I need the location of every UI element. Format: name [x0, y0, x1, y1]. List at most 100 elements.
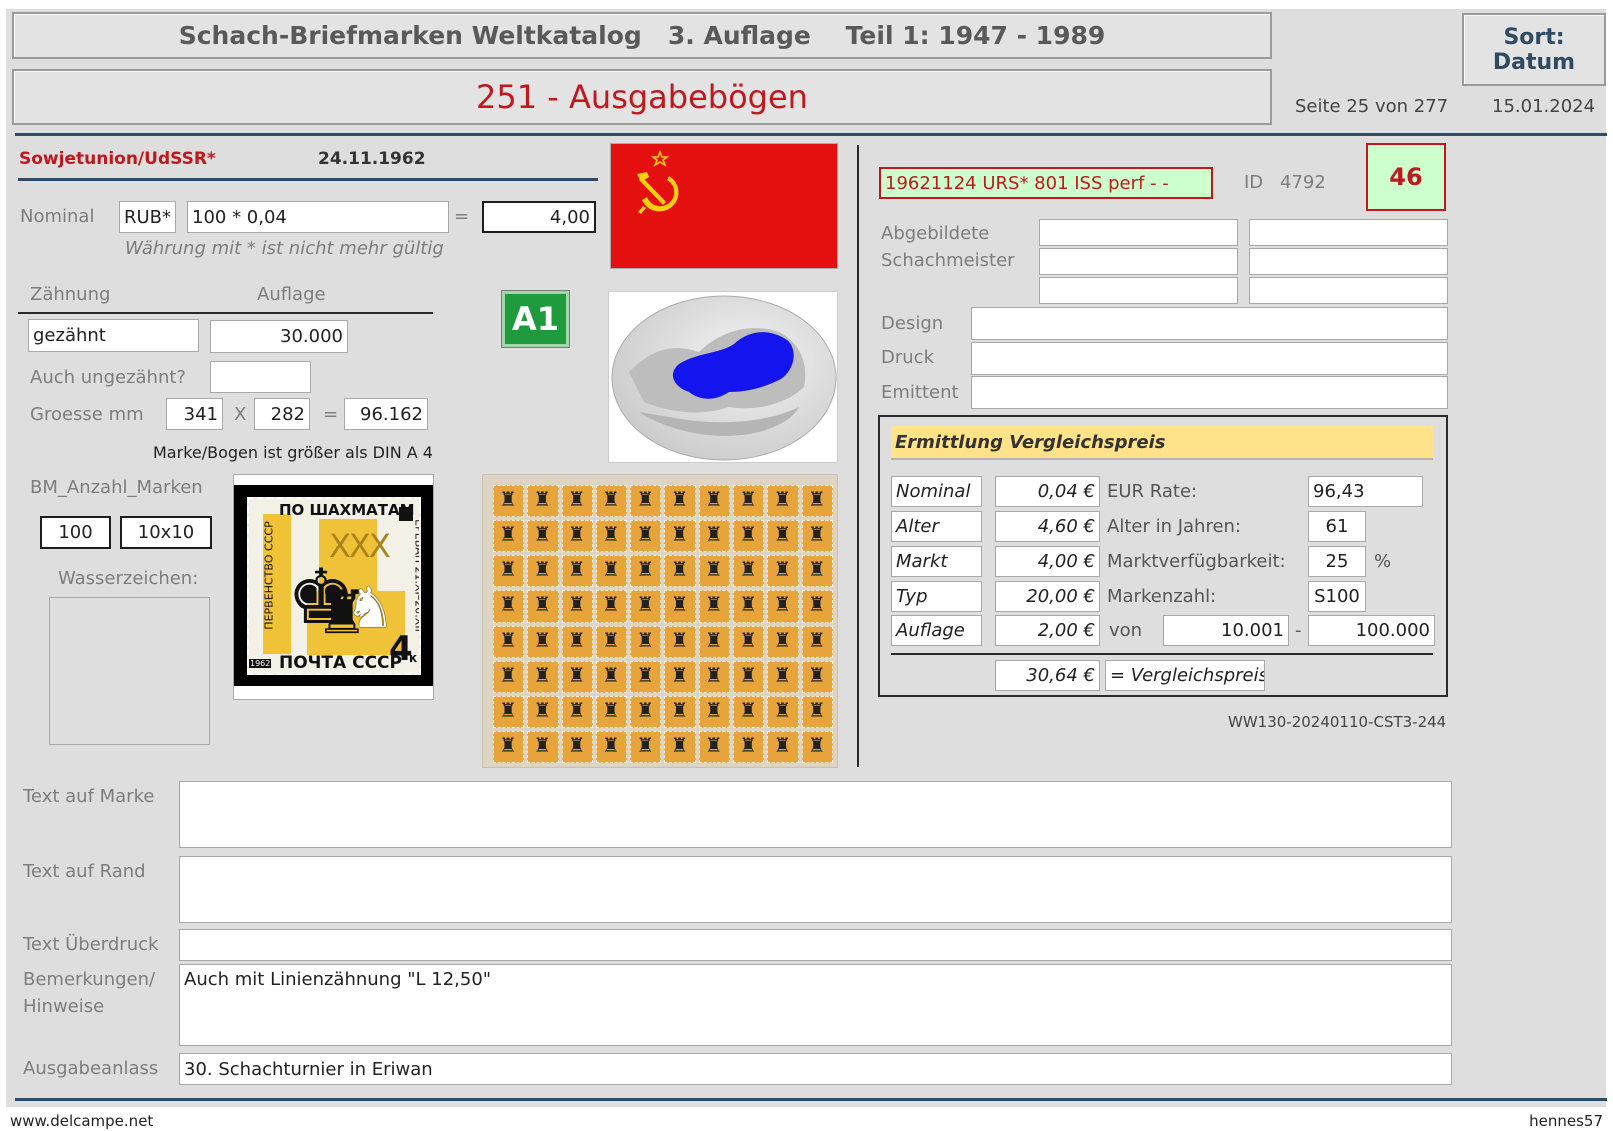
mini-stamp: ♜ [698, 660, 731, 693]
mini-chess-piece-icon: ♜ [739, 487, 758, 511]
sort-button[interactable]: Sort: Datum [1462, 13, 1606, 86]
currency-field[interactable]: RUB* [119, 201, 176, 233]
mini-chess-piece-icon: ♜ [499, 522, 517, 547]
mini-chess-piece-icon: ♜ [739, 732, 758, 757]
column-divider [857, 145, 859, 767]
mini-stamp: ♜ [561, 520, 593, 553]
currency-note: Währung mit * ist nicht mehr gültig [125, 238, 444, 259]
master-field-4[interactable] [1249, 248, 1448, 275]
market-availability-label: Marktverfügbarkeit: [1107, 551, 1286, 572]
nominal-formula-field[interactable]: 100 * 0,04 [187, 201, 449, 233]
print-run-field[interactable]: 30.000 [210, 320, 348, 353]
stamp-text-field[interactable] [179, 781, 1452, 848]
perforation-field[interactable]: gezähnt [28, 319, 199, 352]
mini-stamp: ♜ [733, 590, 765, 623]
master-field-3[interactable] [1039, 248, 1238, 275]
mini-chess-piece-icon: ♜ [807, 697, 826, 722]
height-field[interactable]: 282 [254, 398, 310, 430]
master-field-1[interactable] [1039, 219, 1238, 246]
margin-text-field[interactable] [179, 856, 1452, 923]
mini-chess-piece-icon: ♜ [636, 592, 655, 617]
masters-label-2: Schachmeister [881, 250, 1015, 271]
mini-chess-piece-icon: ♜ [636, 522, 655, 547]
mini-chess-piece-icon: ♜ [636, 557, 655, 582]
mini-stamp: ♜ [698, 520, 731, 553]
design-field[interactable] [971, 307, 1448, 340]
width-field[interactable]: 341 [166, 398, 223, 430]
mini-stamp: ♜ [767, 730, 799, 763]
mini-chess-piece-icon: ♜ [636, 627, 655, 652]
catalog-code-field[interactable]: 19621124 URS* 801 ISS perf - - [879, 167, 1213, 199]
mini-stamp: ♜ [493, 660, 525, 693]
mini-chess-piece-icon: ♜ [567, 662, 586, 687]
mini-chess-piece-icon: ♜ [499, 662, 517, 687]
mini-chess-piece-icon: ♜ [807, 627, 826, 652]
price-row-age-value[interactable]: 4,60 € [995, 511, 1100, 542]
price-row-market-value[interactable]: 4,00 € [995, 546, 1100, 577]
mini-chess-piece-icon: ♜ [704, 592, 723, 617]
mini-chess-piece-icon: ♜ [533, 627, 552, 652]
mini-chess-piece-icon: ♜ [601, 557, 620, 582]
comparison-price-value[interactable]: 30,64 € [995, 660, 1100, 691]
size-equals: = [323, 404, 339, 425]
range-to-field[interactable]: 100.000 [1308, 615, 1435, 646]
print-field[interactable] [971, 342, 1448, 375]
reference-code: WW130-20240110-CST3-244 [1228, 713, 1447, 731]
eur-rate-field[interactable]: 96,43 [1308, 476, 1423, 507]
mini-chess-piece-icon: ♜ [601, 627, 620, 652]
stamp-count-label: BM_Anzahl_Marken [30, 477, 203, 498]
mini-stamp: ♜ [630, 555, 662, 588]
mini-stamp: ♜ [664, 555, 696, 588]
imperforate-field[interactable] [210, 361, 311, 393]
mini-stamp: ♜ [801, 485, 833, 518]
mini-stamp: ♜ [801, 555, 833, 588]
mini-stamp: ♜ [527, 730, 559, 763]
price-row-nominal-value[interactable]: 0,04 € [995, 476, 1100, 507]
stamp-number-label: Markenzahl: [1107, 586, 1217, 607]
mini-chess-piece-icon: ♜ [499, 557, 517, 582]
age-years-label: Alter in Jahren: [1107, 516, 1241, 537]
overprint-label: Text Überdruck [23, 934, 159, 955]
mini-stamp: ♜ [767, 520, 799, 553]
price-row-run-value[interactable]: 2,00 € [995, 615, 1100, 646]
range-from-field[interactable]: 10.001 [1163, 615, 1289, 646]
grid-field[interactable]: 10x10 [120, 516, 212, 549]
design-label: Design [881, 313, 944, 334]
stamp-number-field[interactable]: S100 [1308, 581, 1366, 612]
mini-stamp: ♜ [561, 695, 593, 728]
mini-chess-piece-icon: ♜ [807, 592, 826, 617]
range-from-label: von [1109, 620, 1143, 641]
master-field-2[interactable] [1249, 219, 1448, 246]
mini-stamp: ♜ [527, 555, 559, 588]
master-field-6[interactable] [1249, 277, 1448, 304]
mini-stamp: ♜ [733, 625, 765, 658]
mini-stamp: ♜ [767, 485, 799, 518]
mini-stamp: ♜ [698, 485, 731, 518]
mini-chess-piece-icon: ♜ [499, 697, 517, 722]
remarks-field[interactable]: Auch mit Linienzähnung "L 12,50" [179, 964, 1452, 1046]
hammer-sickle-icon [637, 149, 679, 214]
country-underline [18, 178, 598, 181]
mini-chess-piece-icon: ♜ [670, 592, 689, 617]
master-field-5[interactable] [1039, 277, 1238, 304]
mini-stamp: ♜ [664, 485, 696, 518]
market-availability-field[interactable]: 25 [1308, 546, 1366, 577]
occasion-field[interactable]: 30. Schachturnier in Eriwan [179, 1053, 1452, 1085]
catalog-number-field[interactable]: 46 [1366, 143, 1446, 211]
price-row-type-value[interactable]: 20,00 € [995, 581, 1100, 612]
area-field[interactable]: 96.162 [344, 398, 428, 430]
nominal-result-field[interactable]: 4,00 [482, 201, 596, 233]
mini-chess-piece-icon: ♜ [567, 592, 586, 617]
age-years-field[interactable]: 61 [1308, 511, 1366, 542]
overprint-field[interactable] [179, 929, 1452, 961]
footer-source[interactable]: www.delcampe.net [10, 1112, 153, 1130]
mini-chess-piece-icon: ♜ [499, 592, 517, 617]
mini-stamp: ♜ [767, 695, 799, 728]
stamp-count-field[interactable]: 100 [40, 516, 111, 549]
mini-stamp: ♜ [664, 730, 696, 763]
mini-chess-piece-icon: ♜ [739, 627, 758, 652]
issuer-field[interactable] [971, 376, 1448, 409]
price-row-nominal-name: Nominal [891, 476, 982, 507]
ussr-flag [610, 143, 838, 269]
footer-user[interactable]: hennes57 [1529, 1112, 1603, 1130]
